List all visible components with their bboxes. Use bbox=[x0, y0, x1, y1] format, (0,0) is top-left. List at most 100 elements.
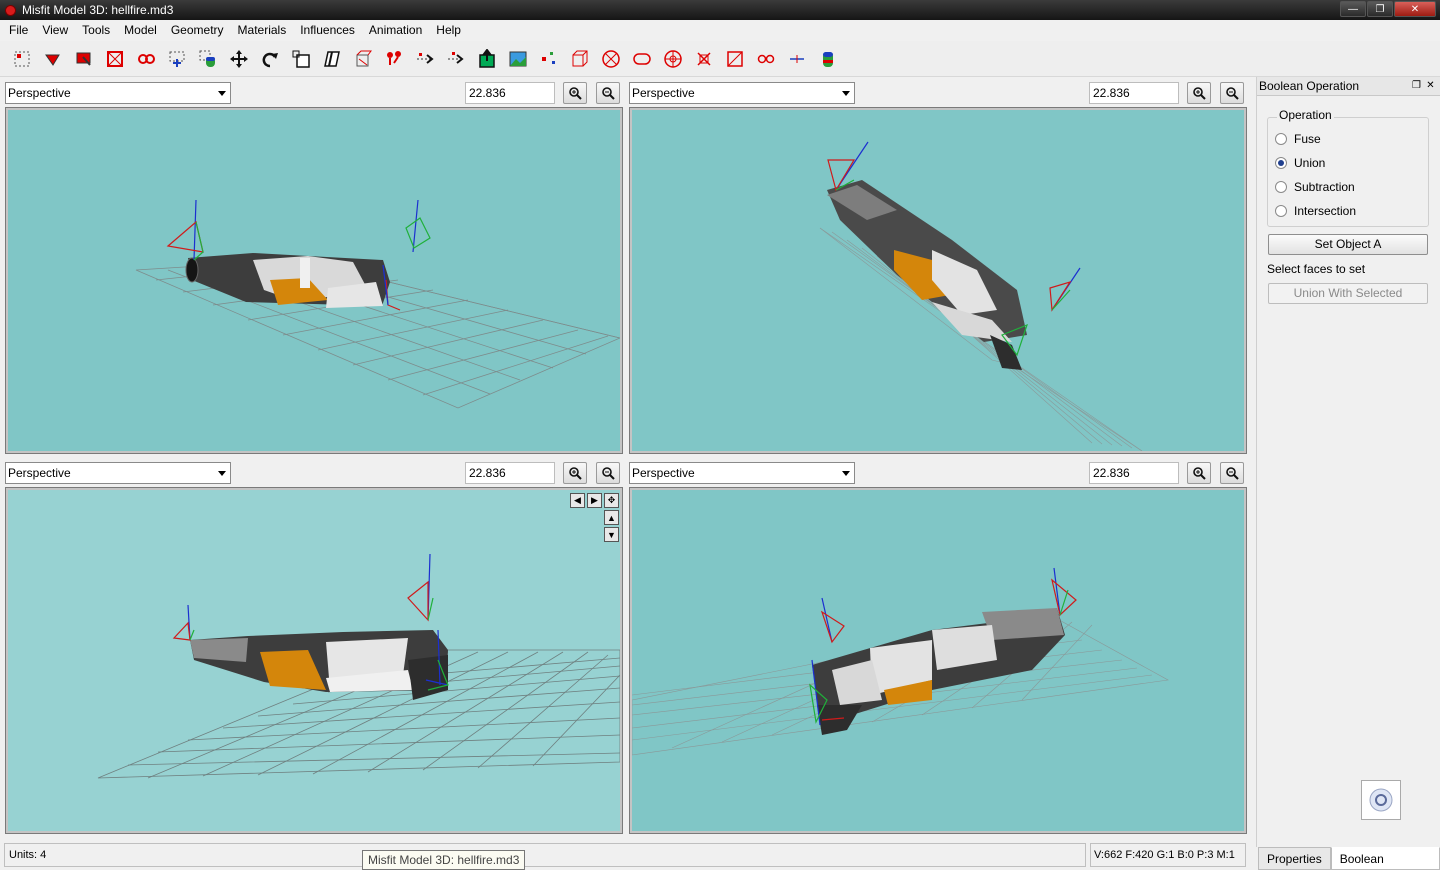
viewport-top-right[interactable] bbox=[629, 107, 1247, 454]
qt-logo-icon bbox=[1361, 780, 1401, 820]
shear-icon[interactable] bbox=[320, 47, 344, 71]
create-rectangle-icon[interactable] bbox=[723, 47, 747, 71]
tab-properties[interactable]: Properties bbox=[1258, 847, 1331, 870]
zoom-in-icon bbox=[1193, 87, 1206, 100]
radio-fuse[interactable]: Fuse bbox=[1275, 131, 1321, 147]
pan-up-button[interactable]: ▲ bbox=[604, 510, 619, 525]
app-icon bbox=[5, 4, 16, 16]
create-bone-joint-icon[interactable] bbox=[475, 47, 499, 71]
bezier-icon[interactable] bbox=[785, 47, 809, 71]
background-icon[interactable] bbox=[506, 47, 530, 71]
minimize-button[interactable]: — bbox=[1340, 1, 1366, 17]
radio-intersection[interactable]: Intersection bbox=[1275, 203, 1356, 219]
create-ellipsoid-icon[interactable] bbox=[599, 47, 623, 71]
viewport-top-left[interactable] bbox=[5, 107, 623, 454]
menu-model[interactable]: Model bbox=[117, 20, 164, 41]
radio-button[interactable] bbox=[1275, 181, 1287, 193]
projection-select[interactable]: Perspective bbox=[629, 462, 855, 484]
zoom-out-icon bbox=[1226, 87, 1239, 100]
float-panel-icon[interactable]: ❐ bbox=[1411, 80, 1422, 91]
units-status: Units: 4 bbox=[4, 843, 1086, 867]
zoom-input[interactable]: 22.836 bbox=[465, 462, 555, 484]
chevron-down-icon bbox=[218, 471, 226, 476]
radio-button-selected[interactable] bbox=[1275, 157, 1287, 169]
menu-help[interactable]: Help bbox=[429, 20, 468, 41]
menu-geometry[interactable]: Geometry bbox=[164, 20, 231, 41]
drag-vertex-icon[interactable] bbox=[754, 47, 778, 71]
zoom-in-button[interactable] bbox=[1187, 82, 1211, 104]
radio-button[interactable] bbox=[1275, 205, 1287, 217]
select-connected-icon[interactable] bbox=[72, 47, 96, 71]
viewport-2-header: Perspective 22.836 bbox=[629, 82, 1247, 104]
menu-tools[interactable]: Tools bbox=[75, 20, 117, 41]
select-groups-icon[interactable] bbox=[103, 47, 127, 71]
tooltip: Misfit Model 3D: hellfire.md3 bbox=[362, 850, 526, 870]
create-point-icon[interactable] bbox=[444, 47, 468, 71]
select-points-icon[interactable] bbox=[165, 47, 189, 71]
arrow-down-icon: ▼ bbox=[607, 529, 616, 540]
zoom-input[interactable]: 22.836 bbox=[465, 82, 555, 104]
operation-group-label: Operation bbox=[1277, 108, 1334, 122]
menu-view[interactable]: View bbox=[35, 20, 75, 41]
menu-materials[interactable]: Materials bbox=[231, 20, 294, 41]
zoom-out-button[interactable] bbox=[1220, 82, 1244, 104]
menu-file[interactable]: File bbox=[2, 20, 35, 41]
menu-influences[interactable]: Influences bbox=[293, 20, 362, 41]
radio-subtraction[interactable]: Subtraction bbox=[1275, 179, 1355, 195]
menu-animation[interactable]: Animation bbox=[362, 20, 429, 41]
create-projection-icon[interactable] bbox=[537, 47, 561, 71]
create-torus-icon[interactable] bbox=[661, 47, 685, 71]
zoom-input[interactable]: 22.836 bbox=[1089, 462, 1179, 484]
scale-icon[interactable] bbox=[289, 47, 313, 71]
select-projections-icon[interactable] bbox=[196, 47, 220, 71]
create-vertex-icon[interactable] bbox=[413, 47, 437, 71]
arrow-up-icon: ▲ bbox=[607, 512, 616, 523]
zoom-input[interactable]: 22.836 bbox=[1089, 82, 1179, 104]
radio-union[interactable]: Union bbox=[1275, 155, 1325, 171]
projection-value: Perspective bbox=[8, 466, 71, 480]
viewport-bottom-right[interactable] bbox=[629, 487, 1247, 834]
rotate-icon[interactable] bbox=[258, 47, 282, 71]
radio-label: Subtraction bbox=[1294, 180, 1355, 194]
pan-down-button[interactable]: ▼ bbox=[604, 527, 619, 542]
projection-select[interactable]: Perspective bbox=[5, 462, 231, 484]
create-cylinder-icon[interactable] bbox=[630, 47, 654, 71]
model-render bbox=[632, 567, 1169, 756]
selection-hint: Select faces to set bbox=[1267, 262, 1366, 276]
zoom-in-button[interactable] bbox=[563, 462, 587, 484]
radio-label: Fuse bbox=[1294, 132, 1321, 146]
pan-left-button[interactable]: ◀ bbox=[570, 493, 585, 508]
restore-button[interactable]: ❐ bbox=[1367, 1, 1393, 17]
set-object-a-button[interactable]: Set Object A bbox=[1268, 234, 1428, 255]
zoom-out-button[interactable] bbox=[596, 82, 620, 104]
create-polygon-icon[interactable] bbox=[692, 47, 716, 71]
create-cube-icon[interactable] bbox=[568, 47, 592, 71]
pan-move-button[interactable]: ✥ bbox=[604, 493, 619, 508]
zoom-out-icon bbox=[1226, 467, 1239, 480]
select-faces-icon[interactable] bbox=[41, 47, 65, 71]
menu-bar: File View Tools Model Geometry Materials… bbox=[0, 20, 1440, 41]
select-bone-joints-icon[interactable] bbox=[134, 47, 158, 71]
move-icon[interactable] bbox=[227, 47, 251, 71]
projection-value: Perspective bbox=[632, 86, 695, 100]
radio-label: Union bbox=[1294, 156, 1326, 170]
union-with-selected-button[interactable]: Union With Selected bbox=[1268, 283, 1428, 304]
extrude-icon[interactable] bbox=[351, 47, 375, 71]
select-vertices-icon[interactable] bbox=[10, 47, 34, 71]
close-button[interactable]: ✕ bbox=[1394, 1, 1436, 17]
zoom-in-button[interactable] bbox=[563, 82, 587, 104]
cylinder-shape-icon[interactable] bbox=[816, 47, 840, 71]
radio-button[interactable] bbox=[1275, 133, 1287, 145]
projection-select[interactable]: Perspective bbox=[5, 82, 231, 104]
close-panel-icon[interactable]: ✕ bbox=[1425, 80, 1436, 91]
tab-boolean-operation[interactable]: Boolean Operation bbox=[1330, 847, 1440, 870]
zoom-out-button[interactable] bbox=[596, 462, 620, 484]
chevron-down-icon bbox=[842, 91, 850, 96]
projection-value: Perspective bbox=[632, 466, 695, 480]
projection-select[interactable]: Perspective bbox=[629, 82, 855, 104]
zoom-in-button[interactable] bbox=[1187, 462, 1211, 484]
attach-vertices-icon[interactable] bbox=[382, 47, 406, 71]
pan-right-button[interactable]: ▶ bbox=[587, 493, 602, 508]
zoom-out-button[interactable] bbox=[1220, 462, 1244, 484]
viewport-bottom-left[interactable]: ◀ ▶ ✥ ▲ ▼ bbox=[5, 487, 623, 834]
